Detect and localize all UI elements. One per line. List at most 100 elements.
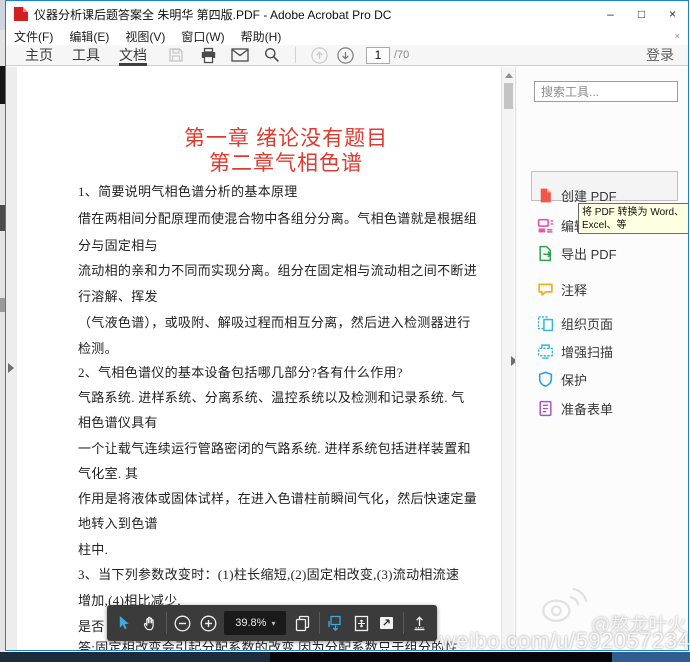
document-gutter bbox=[6, 67, 17, 651]
minimize-button[interactable]: – bbox=[595, 1, 626, 27]
zoom-level-value: 39.8% bbox=[235, 617, 266, 629]
menu-view[interactable]: 视图(V) bbox=[117, 28, 173, 45]
tool-export-pdf[interactable]: 导出 PDF bbox=[530, 242, 680, 264]
create-pdf-icon bbox=[537, 187, 554, 204]
fit-page-button[interactable] bbox=[352, 612, 370, 634]
pdf-text-line: 3、当下列参数改变时：(1)柱长缩短,(2)固定相改变,(3)流动相流速 bbox=[78, 567, 478, 583]
save-button[interactable] bbox=[167, 46, 185, 64]
tab-tools[interactable]: 工具 bbox=[72, 45, 100, 66]
hand-tool-button[interactable] bbox=[140, 612, 158, 634]
search-button[interactable] bbox=[263, 46, 281, 64]
export-pdf-tooltip: 将 PDF 转换为 Word、Excel、等 bbox=[578, 203, 689, 234]
tool-comment[interactable]: 注释 bbox=[530, 278, 680, 300]
floating-toolbar: 39.8% ▾ bbox=[107, 605, 437, 641]
taskbar-segment bbox=[0, 652, 270, 662]
dropdown-caret-icon: ▾ bbox=[271, 619, 275, 628]
close-button[interactable]: × bbox=[657, 1, 688, 27]
floatbar-divider bbox=[319, 612, 320, 634]
fit-page-icon bbox=[353, 615, 370, 632]
pdf-heading-2: 第二章气相色谱 bbox=[78, 153, 494, 174]
menubar-close-icon[interactable]: × bbox=[675, 31, 680, 41]
taskbar-segment bbox=[270, 652, 612, 662]
pdf-text-line: 气路系统. 进样系统、分离系统、温控系统以及检测和记录系统. 气 bbox=[78, 390, 478, 406]
pdf-text-line: 作用是将液体或固体试样，在进入色谱柱前瞬间气化，然后快速定量 bbox=[78, 491, 478, 507]
taskbar-active-app[interactable] bbox=[612, 652, 690, 662]
print-icon bbox=[200, 47, 217, 64]
toolbar-divider bbox=[295, 47, 296, 63]
tab-home[interactable]: 主页 bbox=[25, 45, 53, 66]
menu-window[interactable]: 窗口(W) bbox=[173, 28, 232, 45]
menu-edit[interactable]: 编辑(E) bbox=[61, 28, 117, 45]
menu-bar: 文件(F) 编辑(E) 视图(V) 窗口(W) 帮助(H) × bbox=[6, 27, 688, 45]
edit-pdf-icon bbox=[537, 217, 554, 234]
main-toolbar: 主页 工具 文档 bbox=[6, 45, 688, 66]
fullscreen-button[interactable] bbox=[377, 612, 395, 634]
search-icon bbox=[264, 47, 280, 63]
export-pdf-icon bbox=[537, 245, 554, 262]
acrobat-app-icon bbox=[14, 7, 28, 21]
pdf-text-line: 借在两相间分配原理而使混合物中各组分分离。气相色谱就是根据组 bbox=[78, 211, 478, 227]
tool-enhance-scans[interactable]: 增强扫描 bbox=[530, 340, 680, 362]
zoom-in-button[interactable] bbox=[199, 612, 217, 634]
pdf-text-line: 答:固定相改变会引起分配系数的改变,因为分配系数只于组分的性 bbox=[78, 640, 478, 651]
pdf-text-line: 分与固定相与 bbox=[78, 238, 478, 254]
tools-panel: 创建 PDF 编辑 PDF 导出 PDF bbox=[515, 67, 688, 650]
pdf-text-line: 2、气相色谱仪的基本设备包括哪几部分?各有什么作用? bbox=[78, 365, 478, 381]
pdf-heading-1: 第一章 绪论没有题目 bbox=[78, 128, 494, 149]
organize-pages-icon bbox=[537, 315, 554, 332]
zoom-level-dropdown[interactable]: 39.8% ▾ bbox=[224, 611, 286, 635]
pdf-text-line: 检测。 bbox=[78, 341, 478, 357]
left-pane-toggle-icon[interactable] bbox=[8, 363, 14, 373]
tool-protect[interactable]: 保护 bbox=[530, 368, 680, 390]
comment-icon bbox=[537, 281, 554, 298]
tab-document[interactable]: 文档 bbox=[119, 45, 147, 66]
pdf-text-line: 地转入到色谱 bbox=[78, 516, 478, 532]
scroll-up-icon[interactable] bbox=[505, 73, 513, 78]
hand-tool-icon bbox=[142, 615, 158, 631]
search-tools-input[interactable] bbox=[534, 81, 678, 102]
windows-taskbar[interactable] bbox=[0, 652, 690, 662]
floatbar-divider bbox=[403, 612, 404, 634]
page-down-icon bbox=[337, 47, 354, 64]
pdf-text-line: 流动相的亲和力不同而实现分离。组分在固定相与流动相之间不断进 bbox=[78, 263, 478, 279]
tool-organize-pages[interactable]: 组织页面 bbox=[530, 312, 680, 334]
pdf-text-line: （气液色谱），或吸附、解吸过程而相互分离，然后进入检测器进行 bbox=[78, 315, 478, 331]
screenshot-root: 仪器分析课后题答案全 朱明华 第四版.PDF - Adobe Acrobat P… bbox=[0, 0, 690, 662]
page-thumbnails-button[interactable] bbox=[293, 612, 311, 634]
pdf-text-line: 气化室. 其 bbox=[78, 466, 478, 482]
title-bar: 仪器分析课后题答案全 朱明华 第四版.PDF - Adobe Acrobat P… bbox=[6, 1, 688, 27]
next-page-button[interactable] bbox=[336, 46, 354, 64]
pdf-text-line: 1、简要说明气相色谱分析的基本原理 bbox=[78, 184, 478, 200]
page-copy-icon bbox=[294, 615, 311, 632]
acrobat-window: 仪器分析课后题答案全 朱明华 第四版.PDF - Adobe Acrobat P… bbox=[5, 0, 689, 651]
window-controls: – □ × bbox=[595, 1, 688, 27]
protect-icon bbox=[537, 371, 554, 388]
print-button[interactable] bbox=[199, 46, 217, 64]
zoom-out-button[interactable] bbox=[174, 612, 192, 634]
share-button[interactable] bbox=[411, 612, 429, 634]
page-number-input[interactable] bbox=[366, 47, 390, 64]
window-title: 仪器分析课后题答案全 朱明华 第四版.PDF - Adobe Acrobat P… bbox=[34, 6, 391, 23]
select-tool-icon bbox=[117, 615, 132, 631]
floatbar-divider bbox=[166, 612, 167, 634]
zoom-in-icon bbox=[200, 615, 217, 632]
enhance-scans-icon bbox=[537, 343, 554, 360]
page-total-label: /70 bbox=[394, 49, 409, 61]
email-button[interactable] bbox=[231, 46, 249, 64]
menu-help[interactable]: 帮助(H) bbox=[233, 28, 290, 45]
maximize-button[interactable]: □ bbox=[626, 1, 657, 27]
scrollbar-thumb[interactable] bbox=[504, 83, 513, 109]
menu-file[interactable]: 文件(F) bbox=[6, 28, 61, 45]
prepare-form-icon bbox=[537, 400, 554, 417]
tool-prepare-form[interactable]: 准备表单 bbox=[530, 397, 680, 419]
scroll-mode-button[interactable] bbox=[327, 612, 345, 634]
pdf-text-line: 一个让载气连续运行管路密闭的气路系统. 进样系统包括进样装置和 bbox=[78, 441, 478, 457]
select-tool-button[interactable] bbox=[115, 612, 133, 634]
zoom-out-icon bbox=[174, 615, 191, 632]
pdf-text-line: 柱中. bbox=[78, 542, 478, 558]
save-icon bbox=[168, 47, 184, 63]
previous-page-button[interactable] bbox=[310, 46, 328, 64]
share-icon bbox=[411, 615, 428, 632]
sign-in-button[interactable]: 登录 bbox=[646, 45, 674, 65]
page-up-icon bbox=[311, 47, 328, 64]
